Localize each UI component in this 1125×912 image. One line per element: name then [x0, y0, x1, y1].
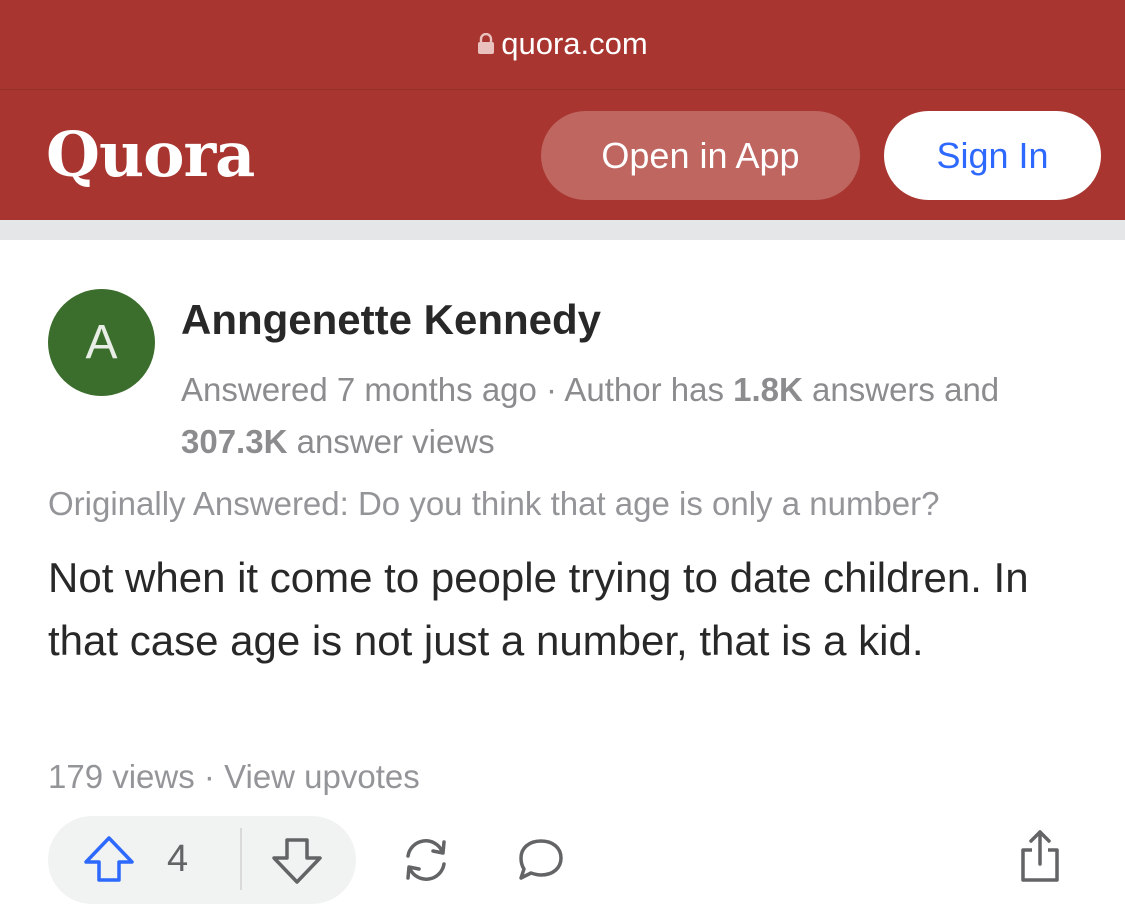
url-text: quora.com [501, 25, 648, 61]
share-button[interactable] [1017, 826, 1063, 886]
answers-count: 1.8K [733, 371, 803, 408]
author-name[interactable]: Anngenette Kennedy [181, 296, 601, 344]
stats-separator: · [194, 758, 225, 795]
meta-prefix: Answered 7 months ago · Author has [181, 371, 734, 408]
originally-answered-question[interactable]: Originally Answered: Do you think that a… [48, 485, 939, 523]
url-display[interactable]: quora.com [477, 25, 648, 62]
reshare-icon [406, 839, 446, 881]
view-upvotes-link[interactable]: View upvotes [224, 758, 420, 795]
comment-button[interactable] [514, 834, 568, 886]
answer-views-count: 307.3K [181, 423, 288, 460]
comment-bubble-icon [519, 839, 563, 880]
share-icon [1021, 830, 1059, 882]
meta-middle: answers and [802, 371, 1000, 408]
answer-meta: Answered 7 months ago · Author has 1.8K … [181, 364, 1081, 468]
author-avatar[interactable]: A [48, 289, 155, 396]
site-header: Quora Open in App Sign In [0, 90, 1125, 220]
lock-icon [477, 32, 495, 55]
views-count: 179 views [48, 758, 195, 795]
section-divider [0, 220, 1125, 240]
answer-stats: 179 views · View upvotes [48, 758, 420, 796]
answer-body: Not when it come to people trying to dat… [48, 554, 1029, 664]
reshare-button[interactable] [397, 834, 455, 886]
upvote-arrow-icon [84, 836, 134, 882]
open-in-app-button[interactable]: Open in App [541, 111, 860, 200]
downvote-arrow-icon [272, 838, 322, 884]
quora-logo[interactable]: Quora [46, 118, 255, 191]
meta-suffix: answer views [287, 423, 495, 460]
upvote-count: 4 [167, 838, 189, 880]
browser-url-bar[interactable]: quora.com [0, 0, 1125, 90]
downvote-button[interactable] [270, 834, 324, 886]
avatar-letter: A [85, 316, 118, 369]
upvote-button[interactable] [82, 834, 136, 886]
sign-in-button[interactable]: Sign In [884, 111, 1101, 200]
vote-divider [240, 828, 242, 890]
